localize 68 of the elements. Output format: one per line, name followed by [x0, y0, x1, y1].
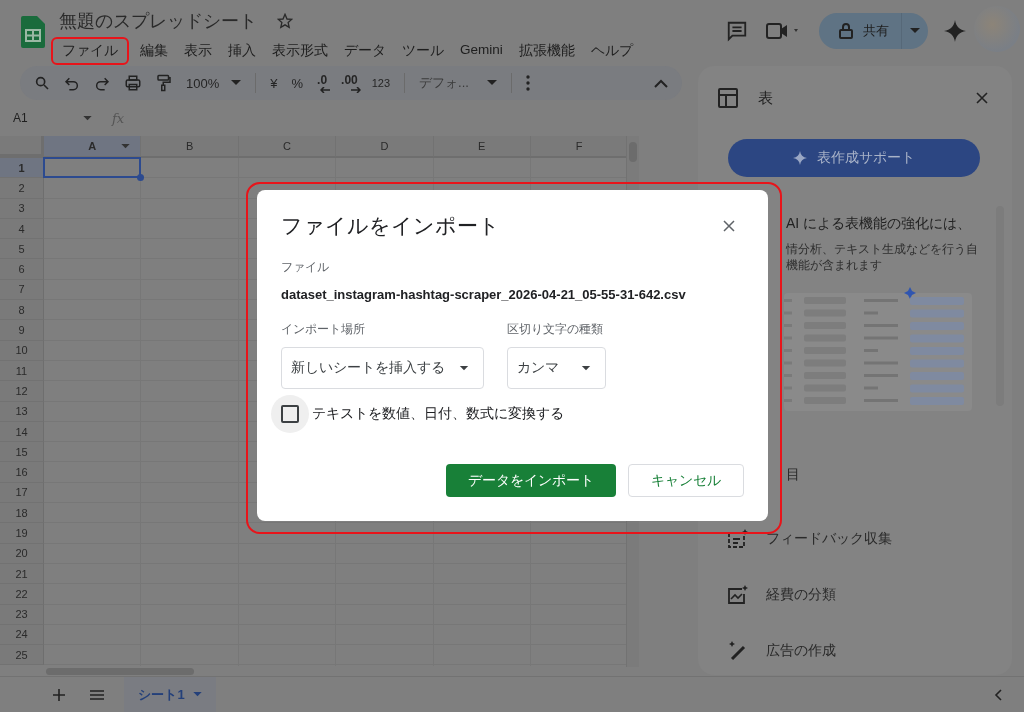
column-header[interactable]: D	[336, 136, 434, 157]
row-header[interactable]: 6	[0, 259, 44, 280]
number-format-button[interactable]: 123	[371, 77, 391, 89]
decrease-decimal-button[interactable]: .0	[317, 73, 328, 93]
field-label: ファイル	[281, 260, 330, 275]
row-header[interactable]: 12	[0, 381, 44, 402]
row-header[interactable]: 16	[0, 462, 44, 483]
row-header[interactable]: 23	[0, 604, 44, 625]
row-header[interactable]: 19	[0, 523, 44, 544]
row-header[interactable]: 15	[0, 442, 44, 463]
row-header[interactable]: 25	[0, 645, 44, 666]
column-header[interactable]: E	[433, 136, 531, 157]
panel-title: 表	[758, 88, 773, 108]
percent-format-button[interactable]: %	[291, 75, 304, 91]
menu-item[interactable]: データ	[336, 37, 394, 65]
row-header[interactable]: 11	[0, 360, 44, 382]
field-label: 区切り文字の種類	[507, 322, 604, 337]
row-header[interactable]: 1	[0, 158, 44, 179]
panel-item[interactable]: 広告の作成	[698, 623, 1012, 679]
checkbox-label[interactable]: テキストを数値、日付、数式に変換する	[312, 405, 564, 423]
panel-item[interactable]: 経費の分類	[698, 567, 1012, 623]
row-header[interactable]: 17	[0, 482, 44, 504]
menu-item[interactable]: 拡張機能	[510, 37, 583, 65]
row-header[interactable]: 21	[0, 563, 44, 585]
dropdown[interactable]: 新しいシートを挿入する	[281, 347, 484, 389]
row-header[interactable]: 3	[0, 198, 44, 219]
document-title[interactable]: 無題のスプレッドシート	[59, 9, 257, 33]
currency-format-button[interactable]: ¥	[270, 75, 278, 91]
menu-item[interactable]: 挿入	[220, 37, 264, 65]
row-header[interactable]: 7	[0, 279, 44, 301]
menu-item[interactable]: ツール	[394, 37, 452, 65]
increase-decimal-button[interactable]: .00	[341, 73, 358, 93]
row-header[interactable]: 14	[0, 421, 44, 443]
sheet-tab[interactable]: シート1	[124, 677, 216, 712]
row-header[interactable]: 24	[0, 624, 44, 646]
row-header[interactable]: 5	[0, 239, 44, 260]
panel-description: AI による表機能の強化には、	[786, 215, 973, 233]
row-header[interactable]: 2	[0, 178, 44, 199]
panel-item[interactable]: フィードバック収集	[698, 511, 1012, 567]
panel-description: 機能が含まれます	[786, 257, 883, 273]
dropdown[interactable]: カンマ	[507, 347, 606, 389]
menu-item[interactable]: 編集	[132, 37, 176, 65]
panel-description: 情分析、テキスト生成などを行う自	[786, 241, 979, 257]
row-header[interactable]: 9	[0, 320, 44, 341]
menu-item[interactable]: 表示	[176, 37, 220, 65]
menu-item[interactable]: Gemini	[452, 37, 511, 65]
dialog-title: ファイルをインポート	[281, 213, 500, 239]
row-header[interactable]: 8	[0, 300, 44, 321]
share-button[interactable]: 共有	[819, 13, 901, 49]
table-assist-button[interactable]: 表作成サポート	[728, 139, 980, 177]
file-name: dataset_instagram-hashtag-scraper_2026-04-21_05-55-31-642.csv	[281, 287, 687, 302]
font-select[interactable]: デフォ...	[419, 74, 497, 92]
menu-item[interactable]: 表示形式	[264, 37, 336, 65]
row-header[interactable]: 18	[0, 503, 44, 524]
row-header[interactable]: 4	[0, 218, 44, 240]
import-button[interactable]: データをインポート	[446, 464, 616, 497]
cancel-button[interactable]: キャンセル	[628, 464, 744, 497]
column-header[interactable]: B	[141, 136, 239, 157]
row-header[interactable]: 20	[0, 543, 44, 564]
row-header[interactable]: 10	[0, 340, 44, 361]
name-box[interactable]: A1	[13, 111, 83, 125]
field-label: インポート場所	[281, 322, 366, 337]
column-header[interactable]: C	[238, 136, 337, 157]
row-header[interactable]: 13	[0, 401, 44, 422]
zoom-select[interactable]: 100%	[186, 75, 242, 91]
column-header[interactable]: A	[44, 136, 142, 157]
menu-item[interactable]: ヘルプ	[582, 37, 641, 65]
row-header[interactable]: 22	[0, 584, 44, 605]
